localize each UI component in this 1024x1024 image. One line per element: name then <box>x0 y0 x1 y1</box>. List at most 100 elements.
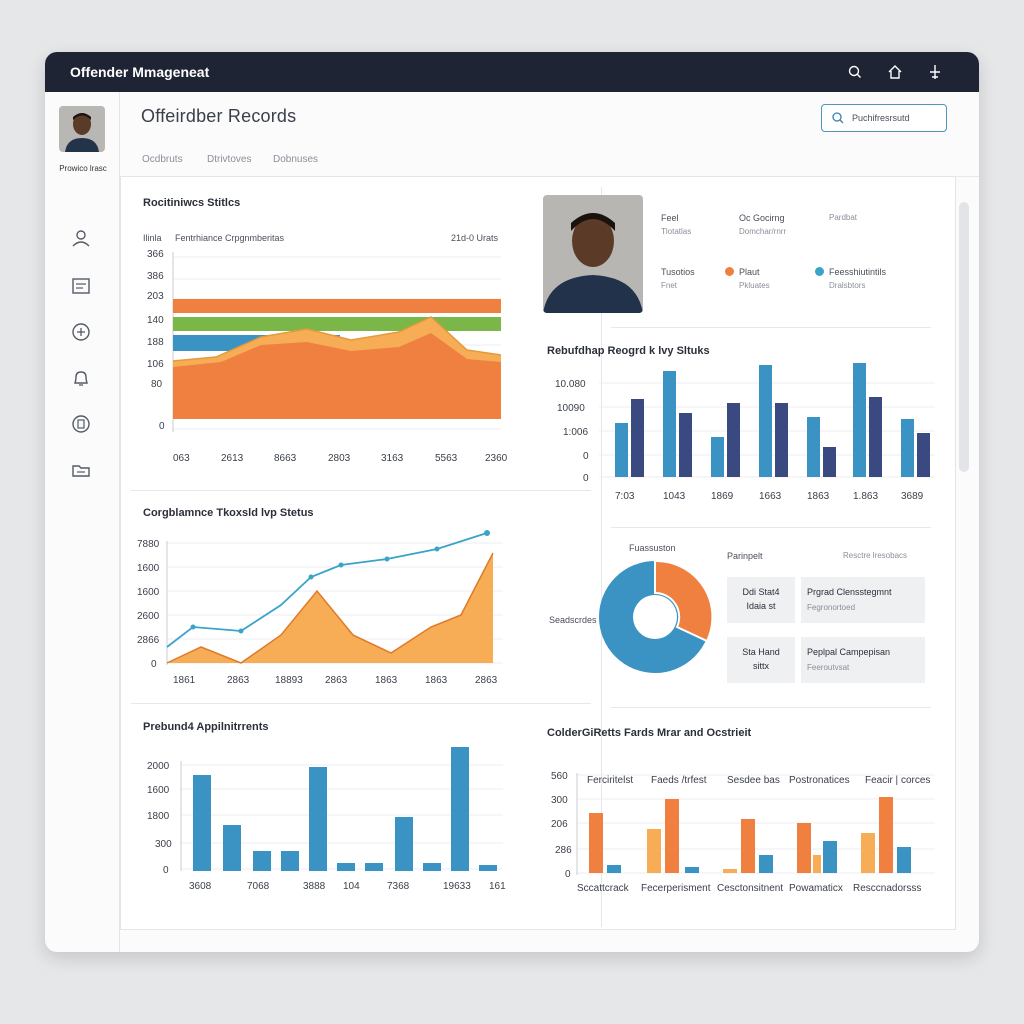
svg-text:2866: 2866 <box>137 635 160 646</box>
svg-text:10090: 10090 <box>557 403 585 414</box>
svg-text:104: 104 <box>343 881 360 892</box>
svg-text:1863: 1863 <box>375 675 398 686</box>
folder-icon[interactable] <box>69 458 93 482</box>
profile-field-value: Dralsbtors <box>829 281 866 290</box>
svg-text:2803: 2803 <box>328 453 351 464</box>
fields-yticks: 560 300 206 286 0 <box>551 771 572 880</box>
shield-icon[interactable] <box>69 412 93 436</box>
svg-text:0: 0 <box>163 865 169 876</box>
status-bars <box>615 363 930 477</box>
offender-photo <box>543 195 643 313</box>
status-card[interactable]: Peplpal Campepisan Feeroutvsat <box>801 637 925 683</box>
status-xticks: 7:03 1043 1869 1663 1863 1.863 3689 <box>615 491 924 502</box>
svg-text:1869: 1869 <box>711 491 734 502</box>
profile-field-value: Domchar/rnrr <box>739 227 787 236</box>
profile-field-label: Pardbat <box>829 213 858 222</box>
svg-text:2000: 2000 <box>147 761 170 772</box>
svg-text:206: 206 <box>551 819 568 830</box>
profile-field-value: Fnet <box>661 281 678 290</box>
svg-text:1863: 1863 <box>807 491 830 502</box>
appointments-bars <box>193 747 497 871</box>
donut-right-title: Parinpelt <box>727 551 763 561</box>
svg-text:366: 366 <box>147 249 164 260</box>
compliance-yticks: 7880 1600 1600 2600 2866 0 <box>137 539 160 670</box>
svg-text:0: 0 <box>583 473 589 484</box>
svg-text:203: 203 <box>147 291 164 302</box>
user-icon[interactable] <box>69 226 93 250</box>
page-title: Offeirdber Records <box>141 106 297 126</box>
svg-text:386: 386 <box>147 271 164 282</box>
card-badge-text: Sta Hand sittx <box>742 647 780 671</box>
search-box[interactable] <box>821 104 947 132</box>
title-bar: Offender Mmageneat <box>45 52 979 92</box>
svg-text:19633: 19633 <box>443 881 471 892</box>
svg-text:1861: 1861 <box>173 675 196 686</box>
fields-title: ColderGiRetts Fards Mrar and Ocstrieit <box>547 727 752 739</box>
svg-text:7068: 7068 <box>247 881 270 892</box>
svg-text:161: 161 <box>489 881 506 892</box>
profile-field-label: Feesshiutintils <box>829 267 887 277</box>
residents-title: Rocitiniwcs Stitlcs <box>143 197 241 209</box>
svg-text:8663: 8663 <box>274 453 297 464</box>
svg-text:0: 0 <box>151 659 157 670</box>
card-title: Prgrad Clensstegmnt <box>807 587 892 597</box>
document-icon[interactable] <box>69 274 93 298</box>
svg-text:2600: 2600 <box>137 611 160 622</box>
appointments-chart: 2000 1600 1800 300 0 3608 7068 3888 104 … <box>147 747 506 892</box>
tab-dtrivtoves[interactable]: Dtrivtoves <box>207 154 251 165</box>
svg-text:Cesctonsitnent: Cesctonsitnent <box>717 883 783 894</box>
svg-text:1:006: 1:006 <box>563 427 588 438</box>
profile-field-label: Oc Gocirng <box>739 213 785 223</box>
svg-text:7368: 7368 <box>387 881 410 892</box>
svg-text:Resccnadorsss: Resccnadorsss <box>853 883 921 894</box>
band-orange <box>173 299 501 313</box>
svg-text:2360: 2360 <box>485 453 508 464</box>
svg-text:1.863: 1.863 <box>853 491 878 502</box>
scrollbar[interactable] <box>959 202 969 472</box>
donut-top-label: Fuassuston <box>629 543 676 553</box>
tab-ocdbruts[interactable]: Ocdbruts <box>142 154 183 165</box>
profile-field-value: Tlotatlas <box>661 227 692 236</box>
svg-text:1600: 1600 <box>137 587 160 598</box>
svg-text:Feacir | corces: Feacir | corces <box>865 775 930 786</box>
profile-field-label: Tusotios <box>661 267 695 277</box>
tab-dobnuses[interactable]: Dobnuses <box>273 154 318 165</box>
svg-text:560: 560 <box>551 771 568 782</box>
settings-icon[interactable] <box>925 62 945 82</box>
svg-text:106: 106 <box>147 359 164 370</box>
appointments-xticks: 3608 7068 3888 104 7368 19633 161 <box>189 881 506 892</box>
svg-text:140: 140 <box>147 315 164 326</box>
profile-field-label: Feel <box>661 213 679 223</box>
svg-text:3608: 3608 <box>189 881 212 892</box>
residents-yticks: 366 386 203 140 188 106 80 0 <box>147 249 165 432</box>
search-icon <box>831 111 845 130</box>
svg-text:10.080: 10.080 <box>555 379 586 390</box>
svg-text:063: 063 <box>173 453 190 464</box>
avatar[interactable] <box>59 106 105 152</box>
svg-text:Powamaticx: Powamaticx <box>789 883 843 894</box>
svg-text:286: 286 <box>555 845 572 856</box>
sidebar: Prowico lrasc <box>45 92 120 952</box>
svg-text:0: 0 <box>565 869 571 880</box>
svg-text:2863: 2863 <box>475 675 498 686</box>
status-card-badge[interactable]: Sta Hand sittx <box>727 637 795 683</box>
home-icon[interactable] <box>885 62 905 82</box>
residents-xticks: 063 2613 8663 2803 3163 5563 2360 <box>173 453 508 464</box>
search-input[interactable] <box>852 110 942 126</box>
status-card[interactable]: Prgrad Clensstegmnt Fegronortoed <box>801 577 925 623</box>
dashboard-content: Rocitiniwcs Stitlcs Ilinla Fentrhiance C… <box>120 176 956 930</box>
divider <box>131 703 591 704</box>
target-icon[interactable] <box>69 320 93 344</box>
status-card-badge[interactable]: Ddi Stat4 Idaia st <box>727 577 795 623</box>
card-sub: Feeroutvsat <box>807 663 850 672</box>
svg-text:0: 0 <box>159 421 165 432</box>
donut-left-label: Seadscrdes <box>549 615 597 625</box>
fields-xticks: Sccattcrack Fecerperisment Cesctonsitnen… <box>577 883 921 894</box>
fields-bars <box>589 797 911 873</box>
profile-field-value: Pkluates <box>739 281 770 290</box>
svg-text:300: 300 <box>155 839 172 850</box>
svg-text:Fecerperisment: Fecerperisment <box>641 883 711 894</box>
search-icon[interactable] <box>845 62 865 82</box>
status-yticks: 10.080 10090 1:006 0 0 <box>555 379 589 484</box>
bell-icon[interactable] <box>69 366 93 390</box>
